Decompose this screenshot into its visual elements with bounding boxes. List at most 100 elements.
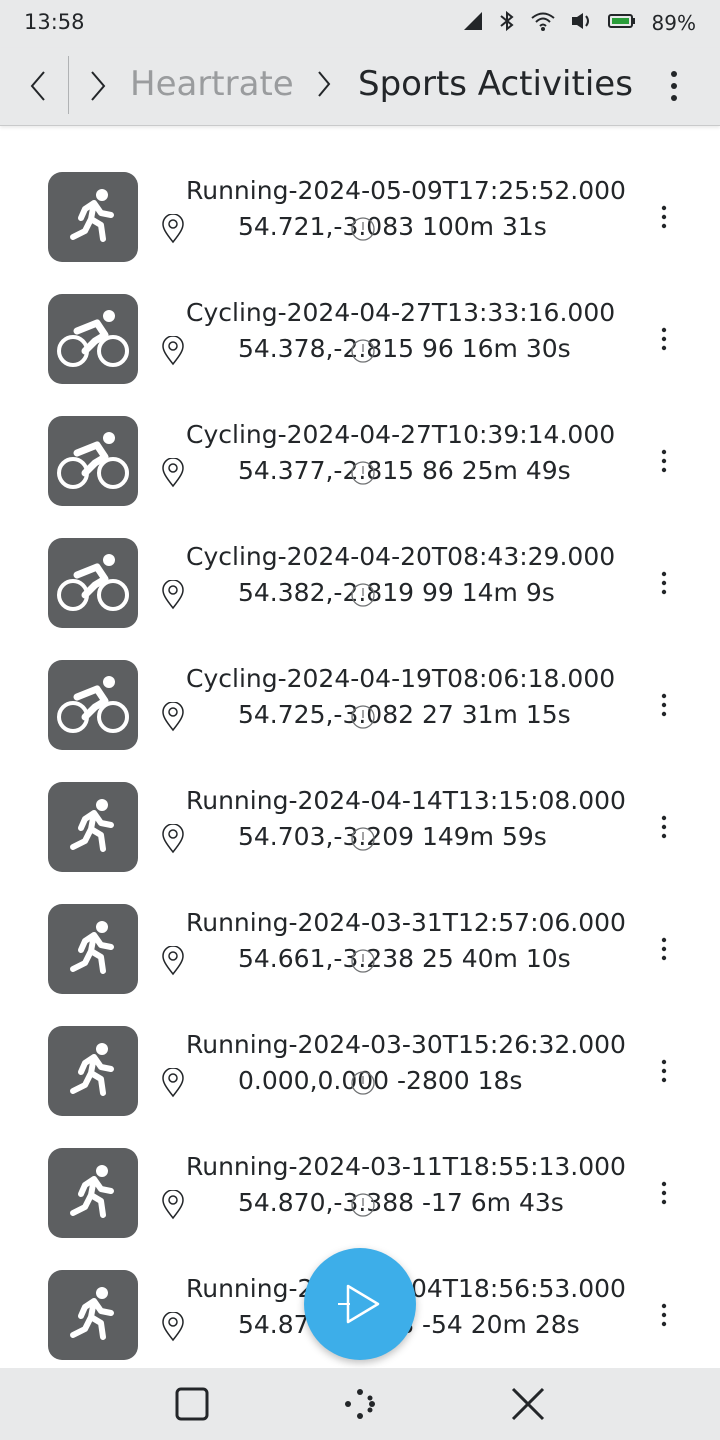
kebab-menu-icon — [661, 815, 667, 839]
clock-icon — [350, 216, 376, 242]
activity-menu-button[interactable] — [652, 812, 676, 842]
breadcrumb-heartrate[interactable]: Heartrate — [130, 64, 294, 104]
activity-summary: 0.000,0.000 -2800 18s — [238, 1066, 523, 1095]
activity-summary: 54.377,-2.815 86 25m 49s — [238, 456, 571, 485]
close-button[interactable] — [506, 1382, 550, 1426]
clock-icon — [350, 1070, 376, 1096]
activity-title: Cycling-2024-04-19T08:06:18.000 — [186, 664, 616, 693]
cycling-icon — [48, 538, 138, 628]
clock-icon — [350, 704, 376, 730]
location-pin-icon — [160, 823, 186, 854]
overflow-menu-button[interactable] — [654, 66, 694, 106]
location-pin-icon — [160, 579, 186, 610]
status-icons: 89% — [462, 8, 696, 38]
status-bar: 13:58 89% — [0, 0, 720, 48]
activity-row[interactable]: Running-2024-03-11T18:55:13.000 54.870,-3… — [0, 1126, 720, 1248]
location-pin-icon — [160, 457, 186, 488]
activity-row[interactable]: Running-2024-03-31T12:57:06.000 54.661,-3… — [0, 882, 720, 1004]
start-activity-button[interactable] — [304, 1248, 416, 1360]
activity-menu-button[interactable] — [652, 690, 676, 720]
overview-button[interactable] — [170, 1382, 214, 1426]
activity-row[interactable]: Cycling-2024-04-27T13:33:16.000 54.378,-2… — [0, 272, 720, 394]
activity-row[interactable]: Cycling-2024-04-20T08:43:29.000 54.382,-2… — [0, 516, 720, 638]
activity-menu-button[interactable] — [652, 202, 676, 232]
location-pin-icon — [160, 945, 186, 976]
activity-summary: 54.725,-3.082 27 31m 15s — [238, 700, 571, 729]
status-time: 13:58 — [24, 10, 85, 34]
kebab-menu-icon — [661, 1059, 667, 1083]
running-icon — [48, 904, 138, 994]
kebab-menu-icon — [661, 1303, 667, 1327]
location-pin-icon — [160, 335, 186, 366]
vibrate-icon — [570, 10, 594, 36]
kebab-menu-icon — [671, 71, 677, 101]
activity-row[interactable]: Running-2024-05-09T17:25:52.000 54.721,-3… — [0, 150, 720, 272]
activity-title: Cycling-2024-04-20T08:43:29.000 — [186, 542, 616, 571]
battery-icon — [607, 13, 636, 33]
chevron-right-icon — [91, 71, 106, 101]
clock-icon — [350, 582, 376, 608]
activity-row[interactable]: Running-2024-03-30T15:26:32.000 0.000,0.0… — [0, 1004, 720, 1126]
running-icon — [48, 1148, 138, 1238]
activity-row[interactable]: Cycling-2024-04-19T08:06:18.000 54.725,-3… — [0, 638, 720, 760]
page-title: Sports Activities — [358, 64, 633, 104]
system-nav-bar — [0, 1368, 720, 1440]
signal-icon — [462, 10, 484, 36]
cycling-icon — [48, 294, 138, 384]
kebab-menu-icon — [661, 327, 667, 351]
activity-title: Running-2024-03-11T18:55:13.000 — [186, 1152, 626, 1181]
home-button[interactable] — [338, 1382, 382, 1426]
running-icon — [48, 782, 138, 872]
battery-percent: 89% — [651, 11, 696, 35]
activity-title: Running-2024-05-09T17:25:52.000 — [186, 176, 626, 205]
kebab-menu-icon — [661, 1181, 667, 1205]
location-pin-icon — [160, 1189, 186, 1220]
activity-title: Running-2024-04-14T13:15:08.000 — [186, 786, 626, 815]
activity-menu-button[interactable] — [652, 934, 676, 964]
play-icon — [338, 1284, 380, 1324]
clock-icon — [350, 460, 376, 486]
back-button[interactable] — [18, 66, 58, 106]
activity-summary: 54.378,-2.815 96 16m 30s — [238, 334, 571, 363]
activity-title: Cycling-2024-04-27T13:33:16.000 — [186, 298, 616, 327]
running-icon — [48, 172, 138, 262]
header-toolbar: Heartrate Sports Activities — [0, 48, 720, 126]
activity-row[interactable]: Running-2024-04-14T13:15:08.000 54.703,-3… — [0, 760, 720, 882]
bluetooth-icon — [498, 10, 516, 36]
forward-button[interactable] — [78, 66, 118, 106]
kebab-menu-icon — [661, 937, 667, 961]
clock-icon — [350, 338, 376, 364]
activity-summary: 54.703,-3.209 149m 59s — [238, 822, 547, 851]
activity-summary: 54.721,-3.083 100m 31s — [238, 212, 547, 241]
clock-icon — [350, 826, 376, 852]
location-pin-icon — [160, 701, 186, 732]
activity-menu-button[interactable] — [652, 1178, 676, 1208]
kebab-menu-icon — [661, 693, 667, 717]
kebab-menu-icon — [661, 205, 667, 229]
activity-title: Cycling-2024-04-27T10:39:14.000 — [186, 420, 616, 449]
activity-list: Running-2024-05-09T17:25:52.000 54.721,-3… — [0, 150, 720, 1370]
activity-summary: 54.870,-3.388 -17 6m 43s — [238, 1188, 564, 1217]
running-icon — [48, 1270, 138, 1360]
activity-menu-button[interactable] — [652, 568, 676, 598]
wifi-icon — [530, 10, 556, 36]
activity-menu-button[interactable] — [652, 1300, 676, 1330]
chevron-left-icon — [30, 71, 45, 101]
kebab-menu-icon — [661, 571, 667, 595]
kebab-menu-icon — [661, 449, 667, 473]
cycling-icon — [48, 660, 138, 750]
breadcrumb-separator-icon — [312, 68, 336, 104]
activity-row[interactable]: Cycling-2024-04-27T10:39:14.000 54.377,-2… — [0, 394, 720, 516]
activity-summary: 54.661,-3.238 25 40m 10s — [238, 944, 571, 973]
activity-menu-button[interactable] — [652, 324, 676, 354]
cycling-icon — [48, 416, 138, 506]
clock-icon — [350, 948, 376, 974]
running-icon — [48, 1026, 138, 1116]
activity-menu-button[interactable] — [652, 1056, 676, 1086]
activity-menu-button[interactable] — [652, 446, 676, 476]
clock-icon — [350, 1192, 376, 1218]
home-dots-icon — [345, 1389, 375, 1419]
location-pin-icon — [160, 1067, 186, 1098]
square-icon — [175, 1387, 209, 1421]
toolbar-separator — [68, 56, 69, 114]
